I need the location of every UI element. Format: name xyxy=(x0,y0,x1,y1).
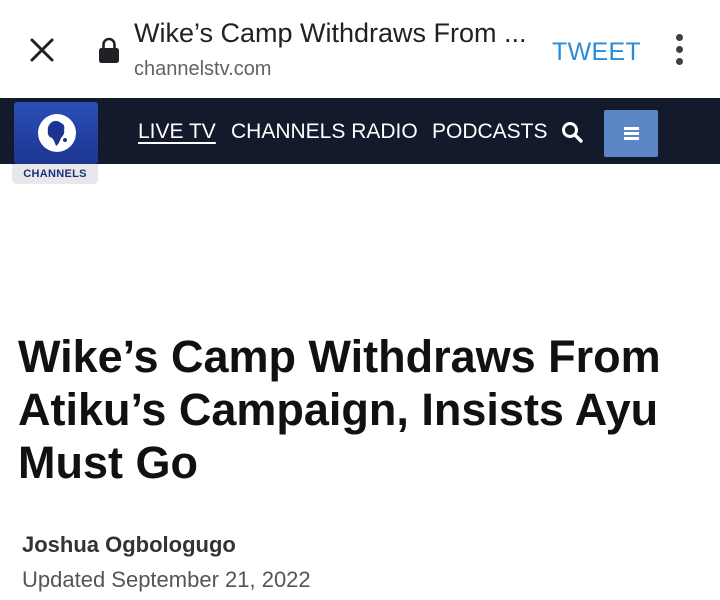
channels-logo[interactable]: CHANNELS xyxy=(12,102,100,186)
browser-toolbar: Wike’s Camp Withdraws From ... channelst… xyxy=(0,0,720,98)
article-updated-date: Updated September 21, 2022 xyxy=(22,567,311,592)
hamburger-menu-icon[interactable] xyxy=(604,110,658,157)
close-icon[interactable] xyxy=(24,32,60,68)
nav-channels-radio[interactable]: CHANNELS RADIO xyxy=(231,120,418,144)
nav-podcasts[interactable]: PODCASTS xyxy=(432,120,548,144)
search-icon[interactable] xyxy=(560,120,584,144)
article-headline: Wike’s Camp Withdraws From Atiku’s Campa… xyxy=(18,331,661,488)
logo-wordmark: CHANNELS xyxy=(12,164,98,184)
page-domain: channelstv.com xyxy=(134,58,272,80)
page-title: Wike’s Camp Withdraws From ... xyxy=(134,18,527,48)
nav-live-tv[interactable]: LIVE TV xyxy=(138,120,216,144)
tweet-button[interactable]: TWEET xyxy=(552,38,641,67)
logo-emblem xyxy=(14,102,98,164)
more-vert-icon[interactable] xyxy=(670,32,690,68)
globe-icon xyxy=(38,114,76,152)
lock-icon xyxy=(99,37,119,63)
article-author[interactable]: Joshua Ogbologugo xyxy=(22,532,236,558)
